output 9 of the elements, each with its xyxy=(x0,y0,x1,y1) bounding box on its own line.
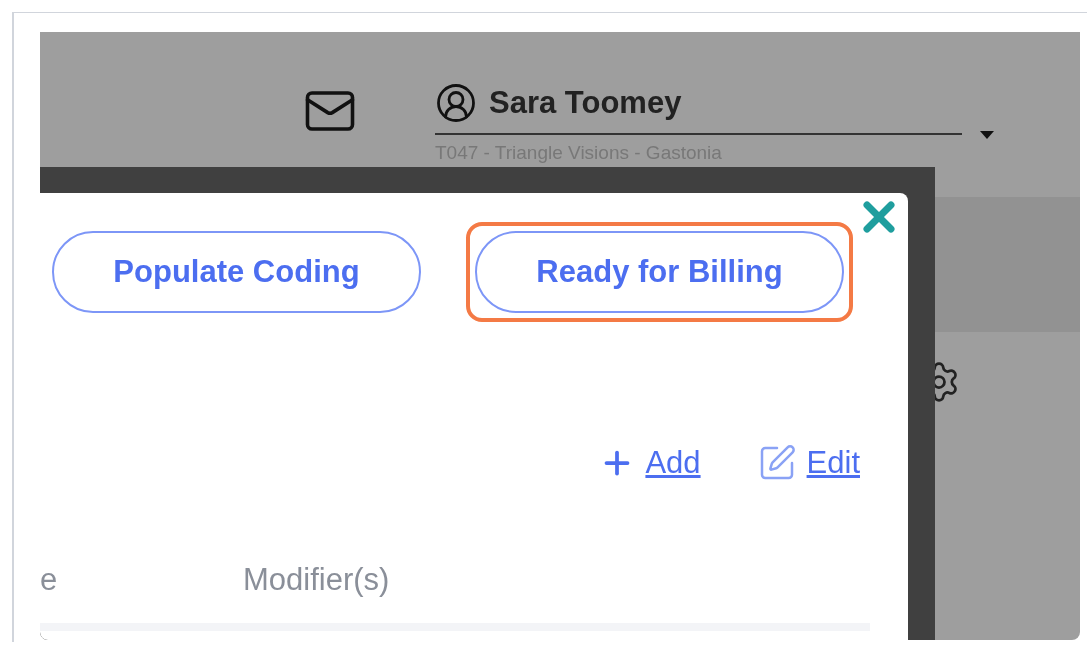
action-button[interactable]: Ready for Billing xyxy=(475,231,844,313)
action-button[interactable]: Populate Coding xyxy=(52,231,421,313)
column-header: Modifier(s) xyxy=(243,560,390,599)
edit-link[interactable]: Edit xyxy=(756,440,860,487)
column-header: e xyxy=(40,560,59,599)
user-name[interactable]: Sara Toomey xyxy=(489,80,682,127)
add-link[interactable]: Add xyxy=(599,440,701,487)
caret-icon[interactable] xyxy=(980,130,994,139)
user-icon xyxy=(435,82,477,125)
